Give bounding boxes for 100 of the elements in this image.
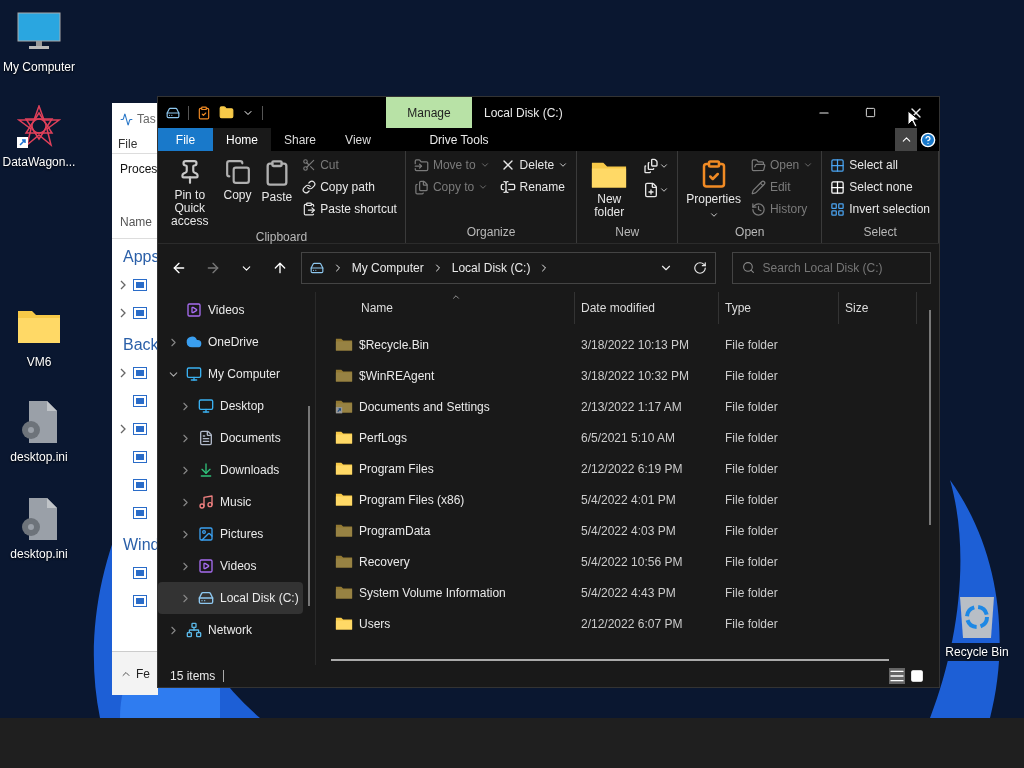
scissors-icon xyxy=(302,158,317,172)
window-title: Local Disk (C:) xyxy=(483,104,564,122)
chevron-and-app-icon[interactable] xyxy=(119,307,147,319)
table-cell-text: File folder xyxy=(724,460,779,478)
section-heading: Apps xyxy=(122,247,158,267)
details-view-icon[interactable] xyxy=(889,668,905,684)
refresh-icon[interactable] xyxy=(692,261,707,275)
tree-item[interactable]: Videos xyxy=(158,294,303,326)
folder-open-icon xyxy=(750,157,766,173)
ribbon-tab[interactable]: Share xyxy=(271,128,329,151)
ribbon-button[interactable]: Rename xyxy=(495,177,573,197)
ribbon-group-label: New xyxy=(614,224,641,241)
breadcrumb[interactable]: Local Disk (C:) xyxy=(451,259,531,277)
link-icon xyxy=(302,180,317,194)
drive-icon[interactable] xyxy=(166,105,180,120)
file-name[interactable]: ProgramData xyxy=(359,521,431,540)
ribbon-button[interactable]: Pin to Quick access xyxy=(162,155,218,228)
drive-icon xyxy=(309,261,324,275)
tree-item[interactable]: Local Disk (C:) xyxy=(158,582,303,614)
column-header[interactable]: Type xyxy=(719,292,839,324)
video-icon xyxy=(198,558,214,574)
tree-item[interactable]: Music xyxy=(158,486,303,518)
chevron-and-app-icon[interactable] xyxy=(119,423,147,435)
file-name[interactable]: $Recycle.Bin xyxy=(359,335,430,354)
ribbon-tab[interactable]: View xyxy=(329,128,387,151)
scrollbar[interactable] xyxy=(308,406,310,606)
breadcrumb[interactable]: My Computer xyxy=(351,259,424,277)
pencil-icon xyxy=(750,179,766,195)
history-icon xyxy=(750,201,766,217)
tree-item[interactable]: Videos xyxy=(158,550,303,582)
column-header[interactable]: Date modified xyxy=(575,292,719,324)
desktop-icon-label[interactable]: Recycle Bin xyxy=(943,643,1011,661)
help-icon[interactable] xyxy=(920,131,936,148)
tree-item[interactable]: Pictures xyxy=(158,518,303,550)
table-cell-text: File folder xyxy=(724,615,779,633)
ribbon-button[interactable]: Delete xyxy=(495,155,573,175)
large-icons-view-icon[interactable] xyxy=(910,669,924,683)
rename-icon xyxy=(499,179,516,195)
ribbon-tab[interactable]: File xyxy=(158,128,213,151)
scrollbar[interactable] xyxy=(331,659,889,661)
file-name[interactable]: Recovery xyxy=(359,552,410,571)
address-bar[interactable]: My Computer Local Disk (C:) xyxy=(300,252,716,284)
chevron-and-app-icon[interactable] xyxy=(119,367,147,379)
table-cell-text: File folder xyxy=(724,553,779,571)
table-cell-text: File folder xyxy=(724,367,779,385)
tree-item[interactable]: My Computer xyxy=(158,358,303,390)
file-name[interactable]: System Volume Information xyxy=(359,583,506,602)
table-cell-text: 2/13/2022 1:17 AM xyxy=(580,398,683,416)
fewer-details-link[interactable]: Fe xyxy=(136,664,150,683)
ribbon-button[interactable]: Paste xyxy=(257,155,297,204)
ribbon-button[interactable]: Invert selection xyxy=(826,199,934,219)
collapse-ribbon-button[interactable] xyxy=(895,128,917,151)
tree-item[interactable]: Documents xyxy=(158,422,303,454)
scrollbar[interactable] xyxy=(929,310,931,525)
ribbon-group-label: Clipboard xyxy=(254,229,309,246)
ribbon-button[interactable]: Copy xyxy=(219,155,256,202)
maximize-icon[interactable] xyxy=(864,107,876,118)
context-tab-header: Manage xyxy=(386,97,472,128)
ribbon-button[interactable]: New folder xyxy=(581,155,638,220)
copy-icon xyxy=(224,159,251,185)
picture-icon xyxy=(198,526,214,542)
column-header[interactable]: Name xyxy=(331,292,575,324)
tree-item[interactable]: Desktop xyxy=(158,390,303,422)
folder-icon[interactable] xyxy=(219,105,234,120)
file-name[interactable]: Documents and Settings xyxy=(359,397,490,416)
ribbon-tab[interactable]: Drive Tools xyxy=(416,128,502,151)
tree-item[interactable]: Network xyxy=(158,614,303,646)
ribbon-button[interactable]: Paste shortcut xyxy=(298,199,401,219)
search-icon xyxy=(741,261,755,274)
search-field[interactable]: Search Local Disk (C:) xyxy=(731,252,931,284)
grid-icon xyxy=(830,179,846,195)
ribbon-group-label: Open xyxy=(734,224,766,241)
table-cell-text: 5/4/2022 10:56 PM xyxy=(580,553,684,571)
cloud-icon xyxy=(186,334,202,350)
menu-item[interactable]: File xyxy=(112,135,158,153)
file-name[interactable]: PerfLogs xyxy=(359,428,408,447)
table-cell-text: 5/4/2022 4:43 PM xyxy=(580,584,677,602)
ribbon-button[interactable]: Copy path xyxy=(298,177,401,197)
file-name[interactable]: Program Files xyxy=(359,459,434,478)
section-heading: Back xyxy=(122,335,158,355)
chevron-and-app-icon[interactable] xyxy=(119,279,147,291)
tree-item[interactable]: Downloads xyxy=(158,454,303,486)
clipboard-check-icon[interactable] xyxy=(197,105,211,120)
table-cell-text: 2/12/2022 6:07 PM xyxy=(580,615,684,633)
table-cell-text: 5/4/2022 4:01 PM xyxy=(580,491,677,509)
file-name[interactable]: Users xyxy=(359,614,391,633)
status-text: 15 items xyxy=(170,668,216,685)
file-name[interactable]: Program Files (x86) xyxy=(359,490,465,509)
table-cell-text: File folder xyxy=(724,522,779,540)
column-header[interactable]: Size xyxy=(839,292,917,324)
ribbon-button[interactable]: Select none xyxy=(826,177,934,197)
grid-icon xyxy=(830,157,846,173)
ribbon-button[interactable]: Properties xyxy=(682,155,745,220)
files-icon xyxy=(413,179,429,195)
tree-item[interactable]: OneDrive xyxy=(158,326,303,358)
file-name[interactable]: $WinREAgent xyxy=(359,366,435,385)
table-cell-text: File folder xyxy=(724,584,779,602)
ribbon-tab[interactable]: Home xyxy=(213,128,271,151)
table-cell-text: 3/18/2022 10:32 PM xyxy=(580,367,691,385)
ribbon-button[interactable]: Select all xyxy=(826,155,934,175)
